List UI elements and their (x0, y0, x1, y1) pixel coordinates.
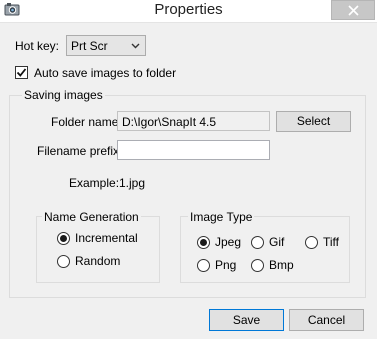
folder-name-value: D:\Igor\SnapIt 4.5 (122, 115, 217, 129)
folder-name-label: Folder name: (51, 115, 122, 129)
name-generation-group (36, 216, 160, 283)
cancel-button[interactable]: Cancel (289, 309, 364, 331)
filename-prefix-label: Filename prefix: (37, 144, 123, 158)
filename-prefix-input[interactable] (117, 140, 270, 160)
radio-incremental[interactable] (57, 232, 70, 245)
checkmark-icon (16, 68, 27, 77)
select-folder-button[interactable]: Select (276, 111, 351, 132)
image-type-group (180, 216, 350, 283)
save-button[interactable]: Save (209, 309, 284, 331)
close-icon (348, 5, 359, 16)
radio-random[interactable] (57, 255, 70, 268)
hotkey-value: Prt Scr (71, 39, 108, 53)
radio-gif[interactable] (251, 236, 264, 249)
radio-png[interactable] (197, 259, 210, 272)
chevron-down-icon (131, 43, 140, 49)
radio-tiff[interactable] (305, 236, 318, 249)
bmp-label[interactable]: Bmp (269, 258, 294, 272)
jpeg-label[interactable]: Jpeg (215, 235, 241, 249)
autosave-checkbox[interactable] (15, 66, 28, 79)
saving-images-legend: Saving images (22, 88, 105, 102)
folder-name-field: D:\Igor\SnapIt 4.5 (117, 111, 270, 131)
png-label[interactable]: Png (215, 258, 236, 272)
incremental-label[interactable]: Incremental (75, 231, 138, 245)
radio-jpeg[interactable] (197, 236, 210, 249)
image-type-legend: Image Type (188, 210, 255, 224)
radio-bmp[interactable] (251, 259, 264, 272)
close-button[interactable] (331, 0, 375, 20)
hotkey-label: Hot key: (15, 39, 60, 53)
radio-dot (60, 235, 67, 242)
window-title: Properties (154, 1, 223, 18)
gif-label[interactable]: Gif (269, 235, 284, 249)
name-generation-legend: Name Generation (42, 210, 141, 224)
example-label: Example: (69, 176, 120, 190)
radio-dot (200, 239, 207, 246)
example-value: 1.jpg (119, 176, 146, 190)
tiff-label[interactable]: Tiff (323, 235, 339, 249)
title-bar: Properties (0, 0, 377, 22)
autosave-label[interactable]: Auto save images to folder (34, 66, 176, 80)
hotkey-select[interactable]: Prt Scr (66, 35, 146, 56)
random-label[interactable]: Random (75, 254, 120, 268)
